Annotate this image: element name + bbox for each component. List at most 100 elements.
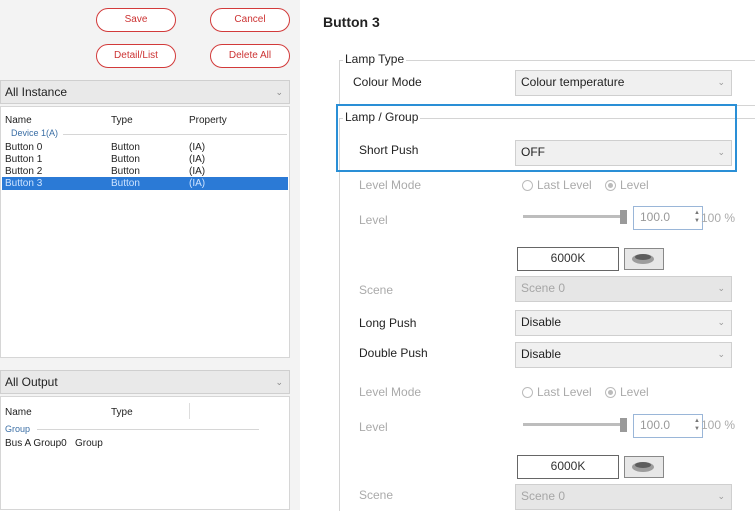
level-mode-label: Level Mode <box>359 385 422 399</box>
delete-all-button[interactable]: Delete All <box>210 44 290 68</box>
column-header-type[interactable]: Type <box>111 115 133 126</box>
short-push-select[interactable]: OFF ⌄ <box>515 140 732 166</box>
double-push-select[interactable]: Disable ⌄ <box>515 342 732 368</box>
colour-mode-select[interactable]: Colour temperature ⌄ <box>515 70 732 96</box>
level-radio[interactable] <box>605 387 616 398</box>
double-push-label: Double Push <box>359 346 428 360</box>
group-divider <box>63 134 287 135</box>
row-name: Button 3 <box>5 178 43 189</box>
column-header-name[interactable]: Name <box>5 407 32 418</box>
left-panel: Save Cancel Detail/List Delete All All I… <box>0 0 300 510</box>
detail-panel: Button 3 Lamp Type Colour Mode Colour te… <box>315 0 755 511</box>
colour-picker-button[interactable] <box>624 456 664 478</box>
detail-list-button[interactable]: Detail/List <box>96 44 176 68</box>
level-option-label: Level <box>620 385 649 399</box>
spin-up-icon[interactable]: ▲ <box>694 210 700 217</box>
level-spinbox[interactable]: 100.0 ▲ ▼ <box>633 206 703 230</box>
table-row[interactable]: Button 0 Button (IA) <box>2 142 288 153</box>
level-slider-thumb[interactable] <box>620 210 627 224</box>
level-label: Level <box>359 213 388 227</box>
long-push-label: Long Push <box>359 316 417 330</box>
row-type: Button <box>111 154 140 165</box>
lamp-type-legend: Lamp Type <box>343 52 407 66</box>
level-mode-label: Level Mode <box>359 178 422 192</box>
last-level-radio[interactable] <box>522 387 533 398</box>
long-push-select[interactable]: Disable ⌄ <box>515 310 732 336</box>
chevron-down-icon: ⌄ <box>717 283 725 293</box>
double-push-value: Disable <box>521 347 562 361</box>
level-value: 100.0 <box>640 210 671 224</box>
level-option-label: Level <box>620 178 649 192</box>
row-property: (IA) <box>189 154 206 165</box>
row-property: (IA) <box>189 166 206 177</box>
chevron-down-icon: ⌄ <box>717 147 725 157</box>
last-level-label: Last Level <box>537 178 592 192</box>
output-list[interactable]: Name Type Group Bus A Group0 Group <box>0 396 290 510</box>
cancel-button[interactable]: Cancel <box>210 8 290 32</box>
row-name: Button 2 <box>5 166 43 177</box>
chevron-down-icon: ⌄ <box>717 491 725 501</box>
table-row[interactable]: Button 1 Button (IA) <box>2 154 288 165</box>
column-header-property[interactable]: Property <box>189 115 227 126</box>
chevron-down-icon: ⌄ <box>717 349 725 359</box>
row-type: Button <box>111 142 140 153</box>
scene-label: Scene <box>359 283 394 297</box>
long-push-value: Disable <box>521 315 562 329</box>
spin-down-icon[interactable]: ▼ <box>694 426 700 433</box>
lamp-icon <box>632 254 654 264</box>
last-level-label: Last Level <box>537 385 592 399</box>
colour-temp-box[interactable]: 6000K <box>517 247 619 271</box>
chevron-down-icon: ⌄ <box>275 87 283 97</box>
scene-select[interactable]: Scene 0 ⌄ <box>515 484 732 510</box>
level-slider-track[interactable] <box>523 215 623 218</box>
level-label: Level <box>359 420 388 434</box>
row-name: Button 1 <box>5 154 43 165</box>
column-divider <box>189 403 190 419</box>
last-level-radio[interactable] <box>522 180 533 191</box>
level-value: 100.0 <box>640 418 671 432</box>
lamp-icon <box>632 462 654 472</box>
level-spinbox[interactable]: 100.0 ▲ ▼ <box>633 414 703 438</box>
table-row[interactable]: Bus A Group0 Group <box>2 438 288 449</box>
row-name: Bus A Group0 <box>5 438 67 449</box>
page-title: Button 3 <box>323 14 380 30</box>
chevron-down-icon: ⌄ <box>717 77 725 87</box>
level-slider-track[interactable] <box>523 423 623 426</box>
output-filter-value: All Output <box>5 375 58 389</box>
table-row-selected[interactable]: Button 3 Button (IA) <box>2 177 288 190</box>
chevron-down-icon: ⌄ <box>717 317 725 327</box>
colour-mode-value: Colour temperature <box>521 75 625 89</box>
scene-value: Scene 0 <box>521 281 566 295</box>
level-slider-thumb[interactable] <box>620 418 627 432</box>
spin-up-icon[interactable]: ▲ <box>694 418 700 425</box>
row-type: Group <box>75 438 103 449</box>
row-type: Button <box>111 178 140 189</box>
column-header-type[interactable]: Type <box>111 407 133 418</box>
group-divider <box>37 429 259 430</box>
level-percent: 100 % <box>701 418 736 432</box>
output-filter-select[interactable]: All Output ⌄ <box>0 370 290 394</box>
colour-temp-box[interactable]: 6000K <box>517 455 619 479</box>
spin-down-icon[interactable]: ▼ <box>694 218 700 225</box>
row-name: Button 0 <box>5 142 43 153</box>
level-radio[interactable] <box>605 180 616 191</box>
scene-label: Scene <box>359 488 394 502</box>
chevron-down-icon: ⌄ <box>275 377 283 387</box>
short-push-label: Short Push <box>359 143 419 157</box>
output-group-label: Group <box>5 424 31 434</box>
scene-value: Scene 0 <box>521 489 566 503</box>
save-button[interactable]: Save <box>96 8 176 32</box>
instance-filter-select[interactable]: All Instance ⌄ <box>0 80 290 104</box>
row-property: (IA) <box>189 142 206 153</box>
instance-list[interactable]: Name Type Property Device 1(A) Button 0 … <box>0 106 290 358</box>
lamp-group-legend: Lamp / Group <box>343 110 421 124</box>
table-row[interactable]: Button 2 Button (IA) <box>2 166 288 177</box>
short-push-value: OFF <box>521 145 545 159</box>
device-group-label: Device 1(A) <box>11 128 59 138</box>
row-type: Button <box>111 166 140 177</box>
level-percent: 100 % <box>701 211 736 225</box>
scene-select[interactable]: Scene 0 ⌄ <box>515 276 732 302</box>
column-header-name[interactable]: Name <box>5 115 32 126</box>
instance-filter-value: All Instance <box>5 85 68 99</box>
colour-picker-button[interactable] <box>624 248 664 270</box>
